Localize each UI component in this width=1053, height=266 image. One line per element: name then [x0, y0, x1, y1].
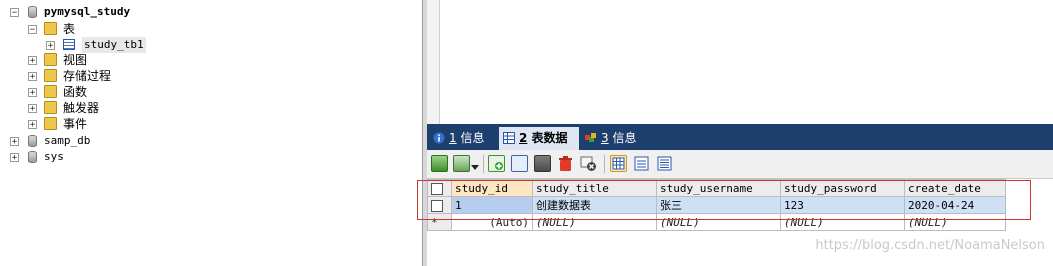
text-view-icon[interactable] [656, 155, 673, 172]
new-row-marker: * [427, 213, 452, 231]
result-toolbar [427, 150, 1053, 179]
grid-cell[interactable]: 2020-04-24 [904, 196, 1006, 214]
grid-view-icon[interactable] [610, 155, 627, 172]
folder-icon [44, 22, 57, 35]
row-checkbox[interactable] [427, 196, 452, 214]
table-data-icon [503, 132, 515, 144]
save-icon[interactable] [534, 155, 551, 172]
grid-header-row: study_id study_title study_username stud… [427, 179, 1006, 197]
grid-cell[interactable]: (NULL) [904, 213, 1006, 231]
export-icon[interactable] [431, 155, 448, 172]
tree-node-functions[interactable]: + 函数 [0, 84, 200, 100]
expand-icon[interactable]: + [28, 120, 37, 130]
collapse-icon[interactable]: − [28, 25, 37, 35]
tree-node-samp-db[interactable]: + samp_db [0, 133, 200, 149]
result-grid[interactable]: study_id study_title study_username stud… [427, 179, 1006, 231]
editor-gutter [427, 0, 440, 124]
grid-cell[interactable]: (NULL) [656, 213, 781, 231]
tree-label: 表 [63, 22, 76, 36]
expand-icon[interactable]: + [10, 153, 19, 163]
tree-label: sys [44, 150, 64, 163]
table-row[interactable]: 1 创建数据表 张三 123 2020-04-24 [427, 196, 1006, 214]
tree-node-study-tb1[interactable]: + study_tb1 [0, 37, 200, 53]
cancel-icon[interactable] [580, 155, 597, 172]
tree-node-events[interactable]: + 事件 [0, 116, 200, 132]
column-header[interactable]: study_password [780, 179, 905, 197]
tab-label: 表数据 [527, 131, 568, 145]
grid-cell[interactable]: (NULL) [532, 213, 657, 231]
database-icon [28, 135, 37, 147]
expand-icon[interactable]: + [46, 41, 55, 51]
column-header[interactable]: study_username [656, 179, 781, 197]
tree-label: study_tb1 [82, 37, 146, 53]
tree-node-views[interactable]: + 视图 [0, 52, 200, 68]
info-blocks-icon [585, 133, 596, 142]
result-tab-bar: 1 信息 2 表数据 3 信息 [427, 124, 1053, 150]
query-editor[interactable] [427, 0, 1053, 124]
watermark: https://blog.csdn.net/NoamaNelson [815, 238, 1045, 253]
folder-icon [44, 69, 57, 82]
folder-icon [44, 117, 57, 130]
folder-icon [44, 101, 57, 114]
tree-node-pymysql-study[interactable]: − pymysql_study [0, 4, 200, 20]
tab-number: 1 [449, 131, 457, 145]
database-icon [28, 6, 37, 18]
tree-label: 触发器 [63, 101, 100, 115]
tree-label: 存储过程 [63, 69, 112, 83]
tree-label: 函数 [63, 85, 88, 99]
tab-label: 信息 [608, 131, 637, 145]
duplicate-row-icon[interactable] [511, 155, 528, 172]
tree-node-sys[interactable]: + sys [0, 149, 200, 165]
tree-label: samp_db [44, 134, 91, 147]
column-header[interactable]: create_date [904, 179, 1006, 197]
form-view-icon[interactable] [633, 155, 650, 172]
tree-node-triggers[interactable]: + 触发器 [0, 100, 200, 116]
column-header[interactable]: study_title [532, 179, 657, 197]
tab-label: 信息 [456, 131, 485, 145]
grid-cell[interactable]: 张三 [656, 196, 781, 214]
table-icon [63, 39, 75, 50]
expand-icon[interactable]: + [28, 56, 37, 66]
dropdown-arrow-icon[interactable] [471, 160, 479, 170]
expand-icon[interactable]: + [28, 72, 37, 82]
new-row[interactable]: * (Auto) (NULL) (NULL) (NULL) (NULL) [427, 213, 1006, 231]
grid-cell[interactable]: (Auto) [451, 213, 533, 231]
grid-cell[interactable]: 创建数据表 [532, 196, 657, 214]
tree-node-procedures[interactable]: + 存储过程 [0, 68, 200, 84]
collapse-icon[interactable]: − [10, 8, 19, 18]
tree-label: 事件 [63, 117, 88, 131]
expand-icon[interactable]: + [10, 137, 19, 147]
toolbar-separator [483, 155, 484, 173]
object-browser-tree[interactable]: − pymysql_study − 表 + study_tb1 + 视图 + 存… [0, 0, 422, 266]
tab-table-data[interactable]: 2 表数据 [499, 127, 579, 150]
delete-icon[interactable] [557, 155, 574, 172]
expand-icon[interactable]: + [28, 88, 37, 98]
database-icon [28, 151, 37, 163]
select-all-checkbox[interactable] [427, 179, 452, 197]
tab-number: 3 [601, 131, 609, 145]
import-icon[interactable] [453, 155, 470, 172]
tree-label: 视图 [63, 53, 88, 67]
tab-info-1[interactable]: 1 信息 [429, 127, 497, 150]
toolbar-separator [604, 155, 605, 173]
expand-icon[interactable]: + [28, 104, 37, 114]
grid-cell[interactable]: 123 [780, 196, 905, 214]
folder-icon [44, 53, 57, 66]
folder-icon [44, 85, 57, 98]
grid-cell[interactable]: (NULL) [780, 213, 905, 231]
info-icon [433, 132, 445, 144]
insert-row-icon[interactable] [488, 155, 505, 172]
tree-node-tables[interactable]: − 表 [0, 21, 200, 37]
grid-cell[interactable]: 1 [451, 196, 533, 214]
tree-label: pymysql_study [44, 5, 131, 18]
tab-info-3[interactable]: 3 信息 [581, 127, 649, 150]
column-header[interactable]: study_id [451, 179, 533, 197]
